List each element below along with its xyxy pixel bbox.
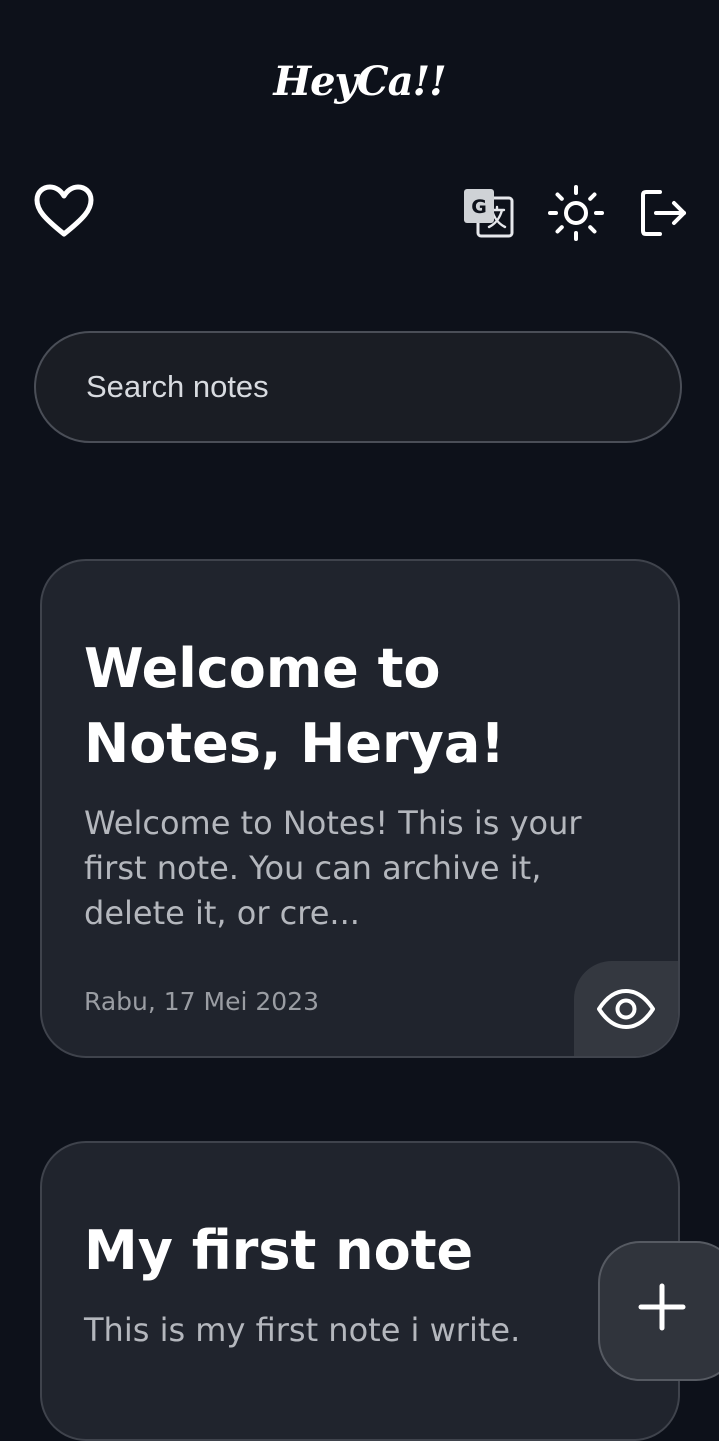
eye-icon <box>597 988 655 1029</box>
favorites-button[interactable] <box>30 180 98 242</box>
logout-icon <box>641 190 686 236</box>
note-date: Rabu, 17 Mei 2023 <box>84 987 319 1016</box>
logout-button[interactable] <box>632 182 696 244</box>
plus-icon <box>638 1283 686 1331</box>
note-card[interactable]: Welcome to Notes, Herya! Welcome to Note… <box>40 559 680 1058</box>
translate-button[interactable]: G <box>456 182 520 244</box>
heart-icon <box>34 184 94 237</box>
sun-icon <box>548 185 604 241</box>
app-title: HeyCa!! <box>273 58 446 105</box>
translate-icon: G <box>464 189 514 238</box>
theme-toggle-button[interactable] <box>544 182 608 244</box>
note-title[interactable]: Welcome to Notes, Herya! <box>84 631 644 781</box>
search-input[interactable] <box>34 331 682 443</box>
add-note-button[interactable] <box>598 1241 719 1381</box>
note-body: Welcome to Notes! This is your first not… <box>84 804 582 932</box>
view-note-button[interactable] <box>574 961 678 1056</box>
note-card[interactable]: My first note This is my first note i wr… <box>40 1141 680 1441</box>
note-body: This is my first note i write. <box>84 1311 521 1349</box>
note-title[interactable]: My first note <box>84 1213 644 1288</box>
svg-text:G: G <box>471 196 487 218</box>
